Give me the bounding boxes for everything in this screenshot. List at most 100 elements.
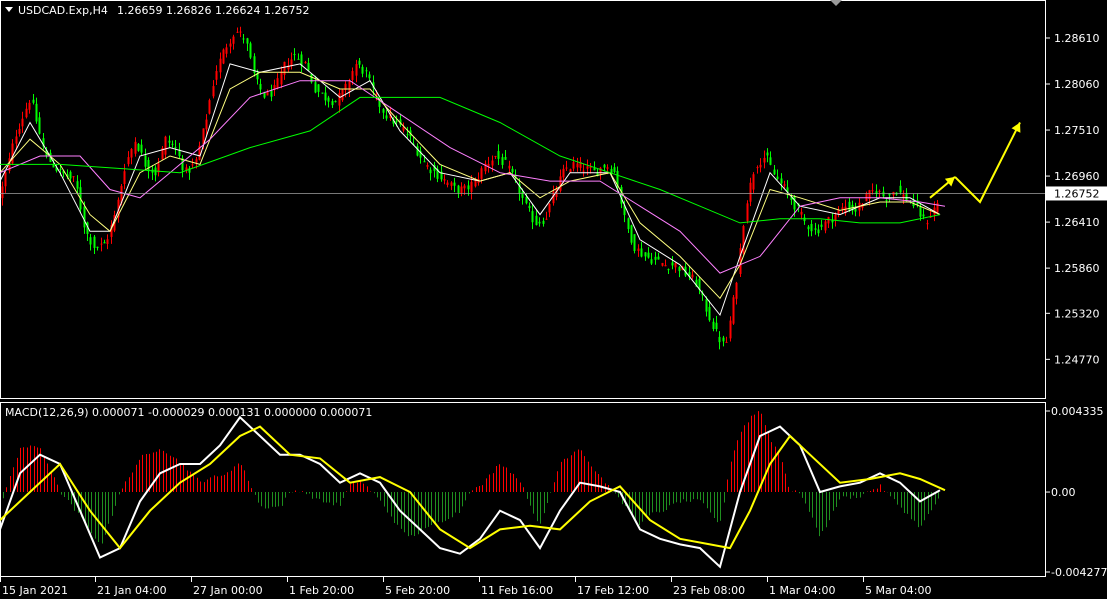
candle-body (28, 102, 31, 110)
candle-body (443, 179, 446, 181)
candle-body (460, 186, 463, 194)
candle-body (195, 159, 198, 163)
candle-body (103, 242, 106, 244)
candle-body (4, 172, 7, 187)
candle-body (358, 60, 361, 65)
candle-body (446, 182, 449, 186)
candle-body (776, 176, 779, 179)
time-axis-label: 15 Jan 2021 (2, 584, 68, 597)
candle-body (317, 84, 320, 92)
candle-body (521, 191, 524, 198)
candle-body (820, 224, 823, 227)
candle-body (59, 168, 62, 170)
candle-body (678, 266, 681, 272)
candle-body (586, 166, 589, 169)
candle-body (341, 89, 344, 101)
candle-body (307, 62, 310, 71)
candle-body (171, 143, 174, 145)
candle-body (657, 256, 660, 260)
candle-body (242, 38, 245, 40)
candle-body (32, 99, 35, 103)
candle-body (899, 185, 902, 193)
candle-body (501, 157, 504, 165)
candle-body (276, 78, 279, 89)
candle-body (348, 81, 351, 93)
candle-body (746, 203, 749, 221)
candle-body (732, 297, 735, 324)
candle-body (164, 136, 167, 155)
candle-body (542, 220, 545, 224)
price-axis-label: 1.26960 (1054, 170, 1100, 183)
symbol-label: USDCAD.Exp,H4 (18, 4, 108, 17)
candle-body (783, 184, 786, 186)
candle-body (722, 337, 725, 342)
candle-body (293, 54, 296, 56)
candle-body (355, 64, 358, 76)
candle-body (576, 163, 579, 168)
candle-body (531, 211, 534, 223)
time-axis-label: 23 Feb 08:00 (673, 584, 745, 597)
candle-body (100, 243, 103, 245)
chart-background (0, 0, 1107, 599)
candle-body (334, 100, 337, 103)
price-axis-label: 1.24770 (1054, 353, 1100, 366)
candle-body (562, 168, 565, 178)
candle-body (922, 214, 925, 217)
candle-body (569, 169, 572, 173)
candle-body (270, 90, 273, 97)
macd-axis-label: 0.004335 (1051, 405, 1104, 418)
candle-body (735, 282, 738, 299)
candle-body (606, 167, 609, 169)
candle-body (15, 136, 18, 144)
candle-body (661, 263, 664, 266)
candle-body (793, 196, 796, 210)
candle-body (494, 155, 497, 157)
candle-body (222, 49, 225, 64)
candle-body (752, 174, 755, 190)
candle-body (246, 38, 249, 44)
candle-body (807, 226, 810, 230)
candle-body (93, 236, 96, 248)
candle-body (712, 321, 715, 329)
candle-body (467, 185, 470, 190)
candle-body (219, 58, 222, 73)
candle-body (603, 164, 606, 168)
time-axis-label: 5 Mar 04:00 (865, 584, 931, 597)
candle-body (212, 86, 215, 97)
candle-body (368, 74, 371, 79)
candle-body (208, 100, 211, 114)
candle-body (525, 196, 528, 204)
candle-body (137, 143, 140, 151)
candle-body (463, 185, 466, 189)
candle-body (130, 149, 133, 158)
candle-body (800, 211, 803, 215)
candle-body (225, 47, 228, 54)
candle-body (324, 92, 327, 101)
candle-body (810, 223, 813, 232)
price-axis-label: 1.25860 (1054, 262, 1100, 275)
candle-body (671, 262, 674, 266)
candle-body (304, 62, 307, 64)
candle-body (423, 161, 426, 163)
candle-body (1, 186, 4, 199)
candle-body (504, 156, 507, 160)
candle-body (283, 61, 286, 75)
candle-body (249, 43, 252, 58)
candle-body (814, 228, 817, 230)
candle-body (297, 58, 300, 60)
candle-body (480, 168, 483, 179)
candle-body (749, 182, 752, 202)
candle-body (491, 160, 494, 166)
candle-body (314, 82, 317, 93)
candle-body (511, 168, 514, 173)
trading-chart[interactable]: USDCAD.Exp,H4 1.26659 1.26826 1.26624 1.… (0, 0, 1107, 599)
candle-body (834, 214, 837, 221)
macd-header: MACD(12,26,9) 0.000071 -0.000029 0.00013… (5, 406, 372, 419)
candle-body (35, 103, 38, 122)
candle-body (429, 169, 432, 174)
candle-body (627, 218, 630, 230)
candle-body (140, 144, 143, 153)
candle-body (780, 178, 783, 184)
candle-body (715, 322, 718, 330)
candle-body (69, 171, 72, 179)
